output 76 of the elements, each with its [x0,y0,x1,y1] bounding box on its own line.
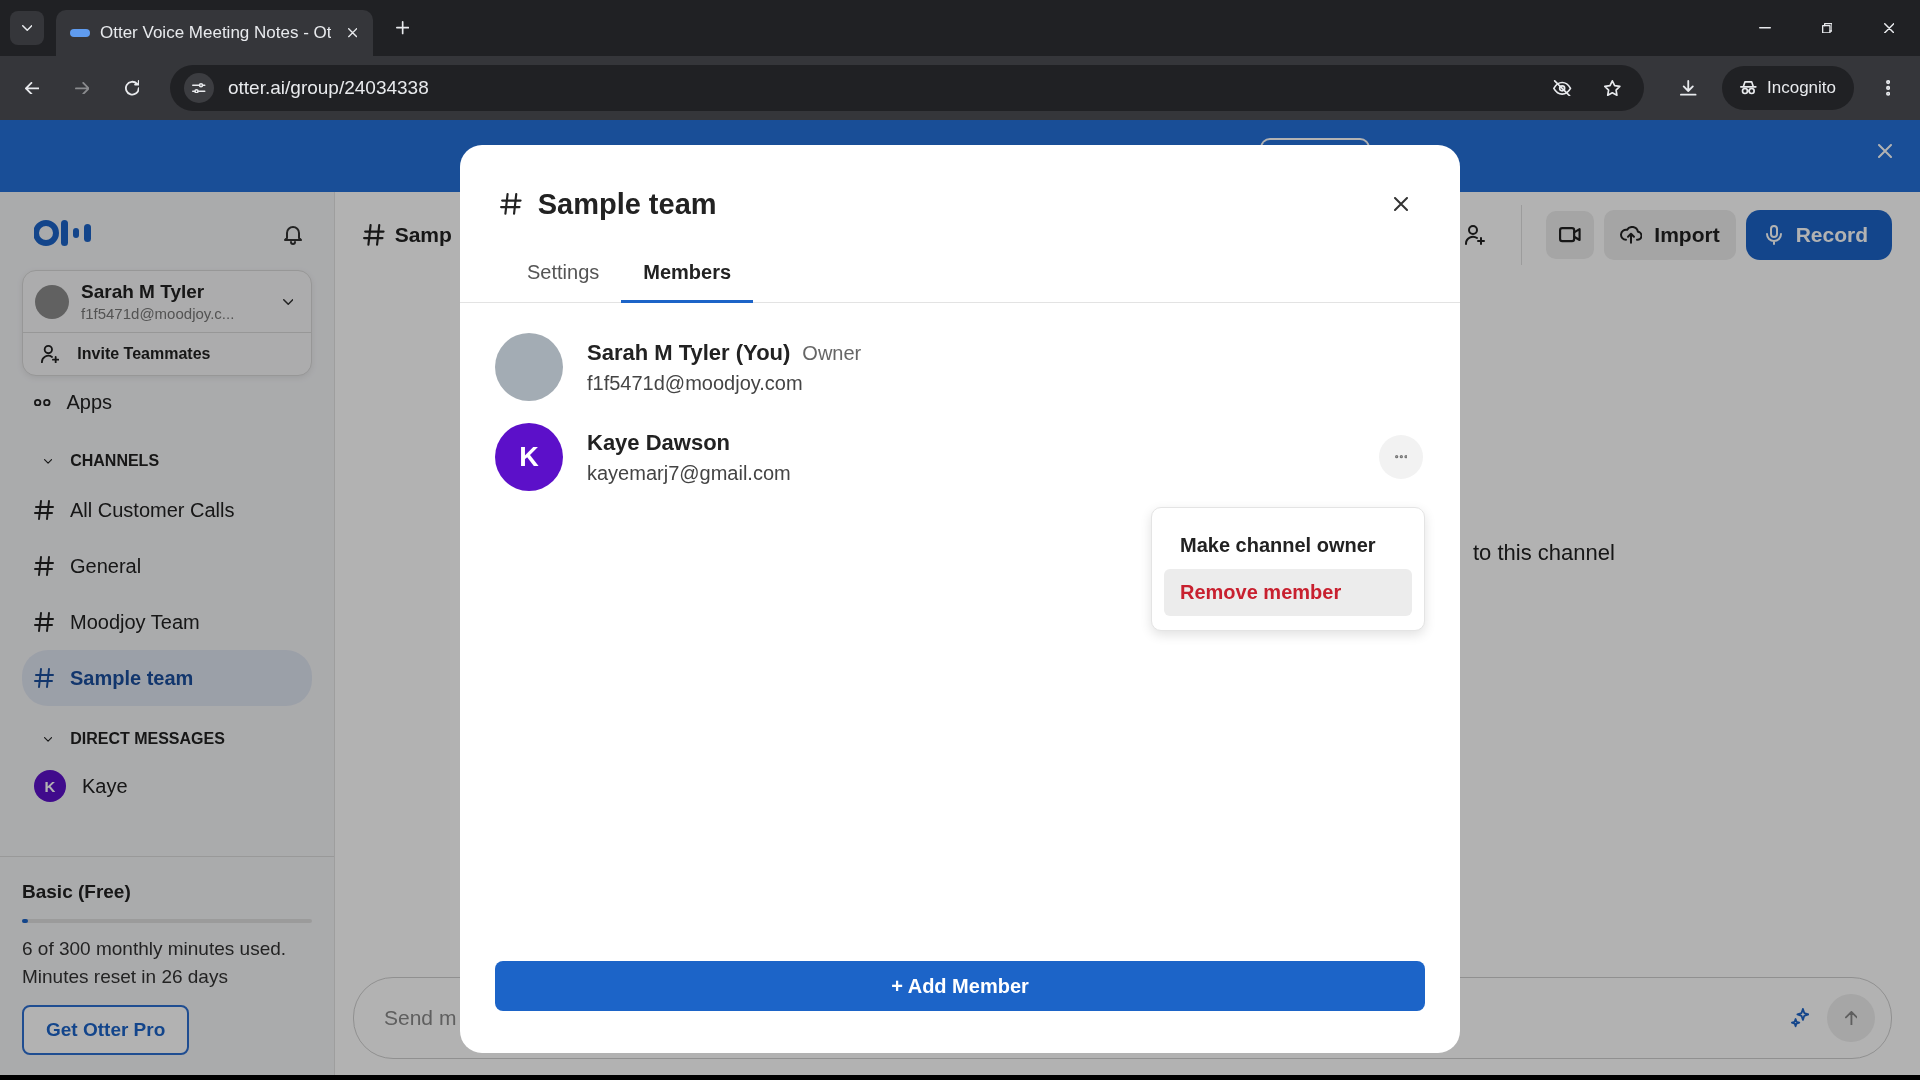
site-info-button[interactable] [184,73,214,103]
incognito-button[interactable]: Incognito [1722,66,1854,110]
star-icon[interactable] [1604,79,1621,97]
hash-icon [500,193,522,215]
forward-arrow-icon[interactable] [74,81,90,95]
direct-messages-section-header[interactable]: DIRECT MESSAGES [70,730,225,749]
hash-icon [34,668,54,689]
tab-list-button[interactable] [10,11,44,45]
apps-link[interactable]: Apps [66,390,113,414]
sparkle-icon[interactable] [1790,1008,1809,1028]
record-button[interactable]: Record [1745,210,1892,260]
add-person-icon [41,345,60,364]
avatar-initial: K [495,423,563,491]
video-button[interactable] [1545,211,1594,259]
account-switcher[interactable]: Sarah M Tyler f1f5471d@moodjoy.c... [23,271,311,333]
menu-item[interactable]: Make channel owner [1164,522,1412,569]
reload-icon[interactable] [124,80,140,96]
member-email: f1f5471d@moodjoy.com [587,371,804,395]
video-camera-icon [1558,227,1581,243]
close-icon[interactable] [1394,197,1408,211]
avatar-initial: K [34,770,66,803]
bell-icon[interactable] [284,225,302,245]
download-icon[interactable] [1680,80,1697,96]
caret-icon [282,298,293,305]
eye-off-icon[interactable] [1553,79,1572,97]
channel-title: Samp [394,223,452,247]
avatar-photo-placeholder [35,284,69,319]
incognito-icon [1740,81,1757,95]
hash-icon [363,224,385,246]
dialog-tab[interactable]: Settings [505,247,622,303]
empty-channel-text: to this channel [1473,540,1615,566]
up-arrow-icon [1844,1010,1858,1026]
member-role: Owner [802,341,862,365]
restore-icon[interactable] [1821,22,1833,34]
channel-item[interactable]: General [22,538,312,595]
more-icon[interactable] [1885,80,1891,96]
member-name: Kaye Dawson [587,429,731,456]
url-text: otter.ai/group/24034338 [228,77,429,99]
caret-icon [21,25,33,31]
get-pro-button[interactable]: Get Otter Pro [22,1005,190,1055]
account-email: f1f5471d@moodjoy.c... [81,305,235,322]
address-bar[interactable]: otter.ai/group/24034338 [170,65,1645,111]
upload-cloud-icon [1619,226,1643,244]
plan-name: Basic (Free) [22,881,132,903]
caret-icon[interactable] [44,459,53,464]
caret-icon[interactable] [44,737,53,742]
channel-item[interactable]: Moodjoy Team [22,594,312,651]
hash-icon [34,556,54,577]
hash-icon [34,612,54,633]
browser-tab[interactable]: Otter Voice Meeting Notes - Ot [56,10,374,56]
sliders-icon [192,82,206,94]
menu-item[interactable]: Remove member [1164,569,1412,616]
add-member-button[interactable]: + Add Member [495,961,1425,1011]
member-email: kayemarj7@gmail.com [587,461,791,485]
channel-item[interactable]: Sample team [22,650,312,707]
import-button[interactable]: Import [1603,210,1736,260]
channels-section-header[interactable]: CHANNELS [70,452,160,471]
plus-icon[interactable] [395,21,410,35]
dialog-tab[interactable]: Members [621,247,754,303]
usage-text: 6 of 300 monthly minutes used. [22,937,288,961]
more-icon [1394,455,1408,459]
channel-item[interactable]: All Customer Calls [22,482,312,539]
add-person-icon[interactable] [1464,225,1485,245]
microphone-icon [1765,225,1782,245]
member-name: Sarah M Tyler (You) [587,339,791,366]
apps-icon [34,398,51,406]
account-name: Sarah M Tyler [81,281,206,303]
tab-title: Otter Voice Meeting Notes - Ot [100,23,332,43]
dialog-title: Sample team [537,187,717,221]
site-favicon-icon [70,29,90,37]
reset-text: Minutes reset in 26 days [22,965,229,989]
hash-icon [34,500,54,521]
invite-teammates-link[interactable]: Invite Teammates [77,345,211,364]
back-arrow-icon[interactable] [24,81,40,95]
minimize-icon[interactable] [1759,27,1771,29]
direct-message-link[interactable]: Kaye [82,774,128,798]
